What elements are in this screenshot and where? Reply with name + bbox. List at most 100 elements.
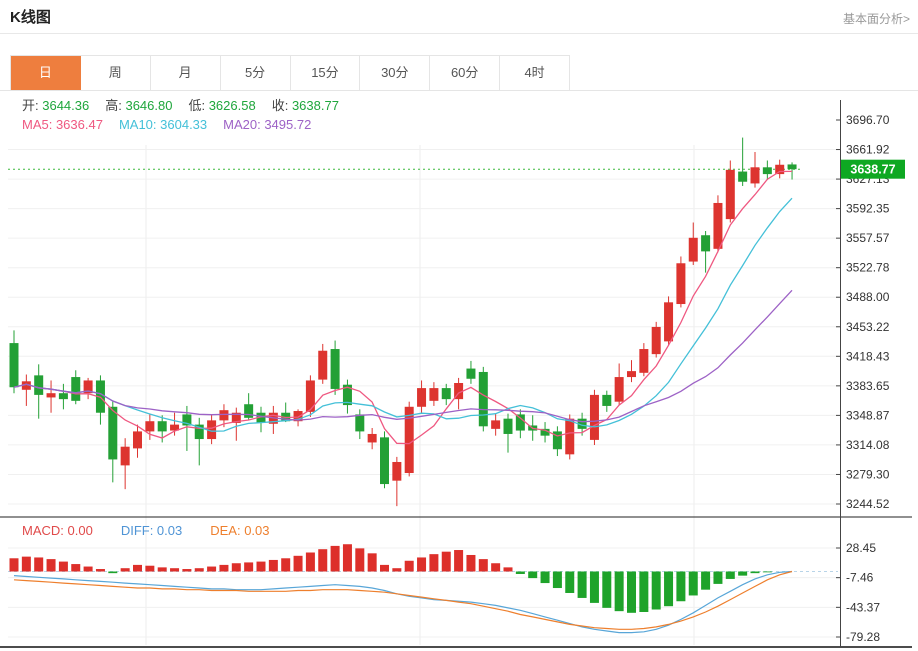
candle-body — [652, 327, 661, 354]
macd-bar-up — [380, 565, 389, 572]
ohlc-high: 高: 3646.80 — [105, 98, 172, 113]
axis-tick-label: 3453.22 — [846, 320, 890, 334]
candle-body — [627, 371, 636, 377]
tab-0[interactable]: 日 — [11, 56, 81, 90]
macd-bar-up — [257, 562, 266, 572]
candle-body — [145, 421, 154, 431]
candle-body — [368, 434, 377, 442]
macd-bar-up — [294, 556, 303, 572]
macd-bar-up — [454, 550, 463, 571]
macd-bar-up — [182, 569, 191, 571]
ma20-legend: MA20: 3495.72 — [223, 117, 311, 132]
candle-body — [664, 302, 673, 341]
macd-bar-down — [713, 572, 722, 584]
macd-bar-up — [47, 559, 56, 571]
ma5-line — [14, 171, 792, 443]
candle-body — [405, 407, 414, 473]
tab-2[interactable]: 月 — [151, 56, 221, 90]
candle-body — [392, 462, 401, 481]
axis-tick-label: 3383.65 — [846, 379, 890, 393]
tabbar-underline — [0, 90, 918, 91]
candle-body — [689, 238, 698, 262]
candle-body — [331, 349, 340, 389]
candle-body — [442, 388, 451, 399]
macd-bar-up — [158, 567, 167, 571]
macd-bar-up — [466, 555, 475, 572]
candle-body — [34, 375, 43, 395]
tab-5[interactable]: 30分 — [360, 56, 430, 90]
candle-body — [306, 380, 315, 411]
ma10-line — [14, 198, 792, 431]
candle-body — [602, 395, 611, 406]
macd-bar-up — [244, 562, 253, 571]
axis-tick-label: 3522.78 — [846, 261, 890, 275]
macd-bar-down — [639, 572, 648, 612]
candle-body — [133, 431, 142, 448]
candle-body — [763, 167, 772, 174]
candle-body — [726, 170, 735, 219]
macd-bar-up — [269, 560, 278, 572]
candle-body — [504, 419, 513, 434]
axis-tick-label: -43.37 — [846, 600, 880, 614]
macd-bar-up — [491, 563, 500, 571]
macd-bar-up — [121, 568, 130, 571]
macd-bar-down — [751, 572, 760, 574]
candle-body — [565, 419, 574, 455]
candle-body — [59, 393, 68, 399]
tab-7[interactable]: 4时 — [500, 56, 570, 90]
macd-bar-up — [219, 565, 228, 572]
macd-bar-up — [22, 557, 31, 572]
ohlc-low: 低: 3626.58 — [188, 98, 255, 113]
candle-body — [615, 377, 624, 402]
macd-bar-up — [96, 569, 105, 571]
macd-bar-up — [145, 566, 154, 572]
candle-body — [479, 372, 488, 426]
macd-bar-up — [281, 558, 290, 571]
macd-bar-up — [59, 562, 68, 572]
macd-bar-down — [553, 572, 562, 589]
tab-6[interactable]: 60分 — [430, 56, 500, 90]
macd-bar-up — [429, 554, 438, 571]
candle-body — [71, 377, 80, 401]
tab-1[interactable]: 周 — [81, 56, 151, 90]
kline-widget: K线图 基本面分析> 日周月5分15分30分60分4时 开: 3644.36高:… — [0, 0, 918, 651]
macd-bar-down — [615, 572, 624, 612]
macd-bar-down — [726, 572, 735, 579]
axis-tick-label: 3418.43 — [846, 349, 890, 363]
candle-body — [108, 407, 117, 460]
candle-body — [47, 393, 56, 397]
candle-body — [417, 388, 426, 407]
candle-body — [121, 447, 130, 466]
tab-4[interactable]: 15分 — [291, 56, 361, 90]
candle-body — [466, 369, 475, 379]
macd-bar-up — [343, 544, 352, 571]
ohlc-open: 开: 3644.36 — [22, 98, 89, 113]
macd-bar-down — [676, 572, 685, 602]
macd-bar-up — [331, 546, 340, 572]
macd-bar-up — [71, 564, 80, 571]
macd-bar-up — [355, 548, 364, 571]
macd-bar-down — [763, 572, 772, 573]
axis-tick-label: 3279.30 — [846, 467, 890, 481]
macd-legend-row: MACD: 0.00DIFF: 0.03DEA: 0.03 — [22, 523, 298, 538]
tab-3[interactable]: 5分 — [221, 56, 291, 90]
interval-tabbar: 日周月5分15分30分60分4时 — [10, 55, 570, 90]
candle-body — [713, 203, 722, 249]
macd-bar-down — [701, 572, 710, 590]
macd-bar-down — [664, 572, 673, 607]
candle-body — [244, 404, 253, 418]
candle-body — [590, 395, 599, 440]
macd-bar-up — [318, 549, 327, 571]
dea-value: DEA: 0.03 — [210, 523, 269, 538]
macd-bar-up — [417, 557, 426, 571]
candle-body — [738, 172, 747, 182]
macd-bar-up — [133, 565, 142, 572]
macd-bar-up — [170, 568, 179, 571]
macd-bar-down — [108, 572, 117, 574]
macd-bar-up — [504, 567, 513, 571]
macd-bar-down — [541, 572, 550, 584]
ma-legend-row: MA5: 3636.47MA10: 3604.33MA20: 3495.72 — [22, 117, 327, 132]
macd-bar-up — [10, 558, 19, 571]
axis-tick-label: 3661.92 — [846, 143, 890, 157]
axis-tick-label: 3244.52 — [846, 497, 890, 511]
